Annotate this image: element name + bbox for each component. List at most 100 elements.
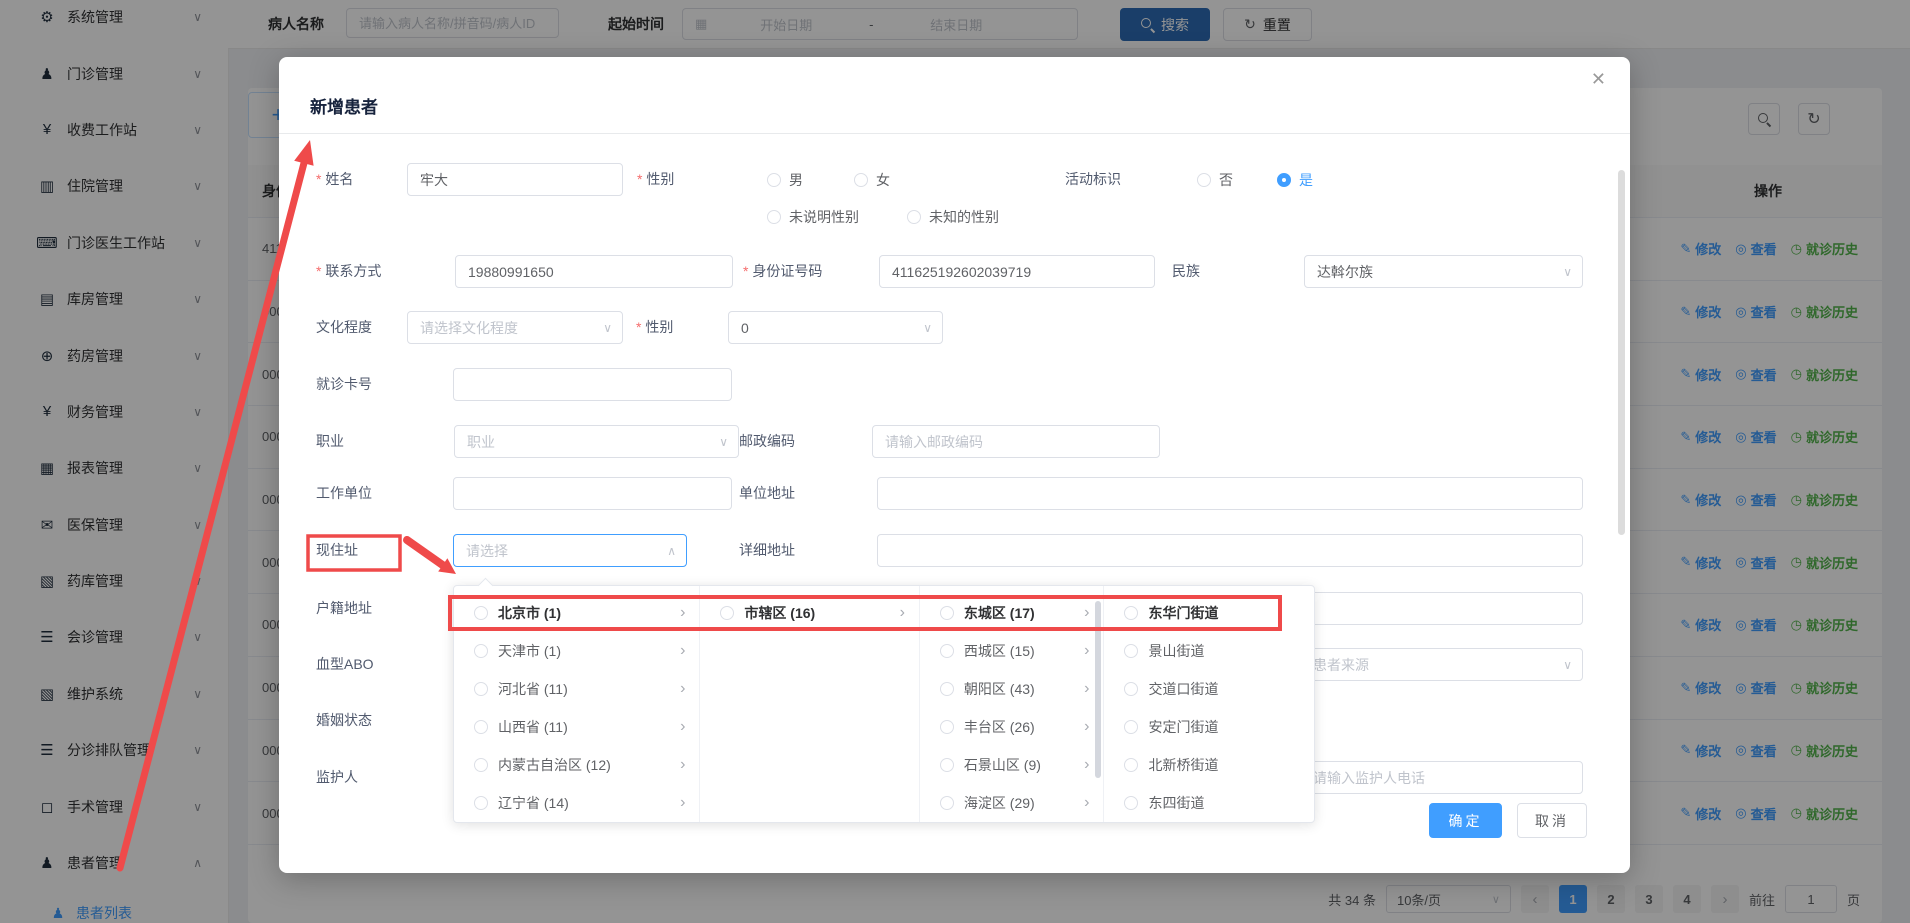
cascader-option-shijingshan[interactable]: 石景山区 (9)›	[920, 746, 1104, 784]
radio-icon[interactable]	[1124, 796, 1138, 810]
radio-icon[interactable]	[940, 720, 954, 734]
cascader-option-jingshan[interactable]: 景山街道	[1104, 632, 1314, 670]
chevron-right-icon: ›	[680, 794, 685, 812]
chevron-right-icon: ›	[1084, 794, 1089, 812]
radio-icon[interactable]	[720, 606, 734, 620]
marital-status-label: 婚姻状态	[316, 704, 372, 737]
chevron-down-icon: ∨	[603, 321, 612, 335]
radio-icon[interactable]	[1124, 644, 1138, 658]
radio-active-no[interactable]: 否	[1197, 163, 1233, 196]
modal-divider	[279, 133, 1630, 134]
visit-card-input[interactable]	[453, 368, 732, 401]
current-address-cascader[interactable]: 请选择∧	[453, 534, 687, 567]
cascader-option-haidian[interactable]: 海淀区 (29)›	[920, 784, 1104, 822]
cascader-option-shixiaqu[interactable]: 市辖区 (16)›	[700, 594, 918, 632]
radio-icon[interactable]	[940, 682, 954, 696]
chevron-down-icon: ∨	[923, 321, 932, 335]
confirm-button[interactable]: 确定	[1429, 803, 1502, 838]
radio-icon[interactable]	[1124, 758, 1138, 772]
cascader-option-neimenggu[interactable]: 内蒙古自治区 (12)›	[454, 746, 699, 784]
radio-icon[interactable]	[474, 720, 488, 734]
chevron-right-icon: ›	[680, 756, 685, 774]
household-address-label: 户籍地址	[316, 592, 372, 625]
radio-icon	[907, 210, 921, 224]
cascader-option-liaoning[interactable]: 辽宁省 (14)›	[454, 784, 699, 822]
address-cascader-panel: 北京市 (1)› 天津市 (1)› 河北省 (11)› 山西省 (11)› 内蒙…	[453, 585, 1315, 823]
radio-gender-unexplained[interactable]: 未说明性别	[767, 206, 859, 228]
radio-icon[interactable]	[940, 758, 954, 772]
employer-address-input[interactable]	[877, 477, 1583, 510]
cascader-option-dongsi[interactable]: 东四街道	[1104, 784, 1314, 822]
form-row-occupation: 职业 职业∨ 邮政编码	[279, 425, 1630, 458]
radio-icon[interactable]	[474, 682, 488, 696]
cascader-column-district: 东城区 (17)› 西城区 (15)› 朝阳区 (43)› 丰台区 (26)› …	[920, 586, 1105, 822]
radio-icon[interactable]	[474, 644, 488, 658]
chevron-right-icon: ›	[1084, 642, 1089, 660]
chevron-right-icon: ›	[680, 604, 685, 622]
cascader-option-beijing[interactable]: 北京市 (1)›	[454, 594, 699, 632]
screen: ⚙系统管理∨ ♟门诊管理∨ ¥收费工作站∨ ▥住院管理∨ ⌨门诊医生工作站∨ ▤…	[0, 0, 1910, 923]
close-icon[interactable]: ✕	[1591, 69, 1606, 90]
cascader-option-dongcheng[interactable]: 东城区 (17)›	[920, 594, 1104, 632]
radio-checked-icon	[1277, 173, 1291, 187]
education-select[interactable]: 请选择文化程度∨	[407, 311, 623, 344]
chevron-down-icon: ∨	[1563, 265, 1572, 279]
radio-icon	[767, 210, 781, 224]
name-input[interactable]	[407, 163, 623, 196]
cancel-button[interactable]: 取消	[1517, 803, 1587, 838]
guardian-label: 监护人	[316, 761, 358, 794]
ethnicity-select[interactable]: 达斡尔族∨	[1304, 255, 1583, 288]
cascader-column-city: 市辖区 (16)›	[700, 586, 919, 822]
occupation-select[interactable]: 职业∨	[454, 425, 739, 458]
chevron-down-icon: ∨	[719, 435, 728, 449]
radio-icon[interactable]	[940, 796, 954, 810]
radio-icon[interactable]	[474, 606, 488, 620]
gender-code-select[interactable]: 0∨	[728, 311, 943, 344]
radio-icon[interactable]	[1124, 606, 1138, 620]
detail-address-input[interactable]	[877, 534, 1583, 567]
chevron-up-icon: ∧	[667, 544, 676, 558]
form-row-education: 文化程度 请选择文化程度∨ 性别 0∨	[279, 311, 1630, 344]
cascader-option-shanxi[interactable]: 山西省 (11)›	[454, 708, 699, 746]
radio-icon[interactable]	[1124, 682, 1138, 696]
chevron-right-icon: ›	[680, 718, 685, 736]
radio-icon[interactable]	[940, 644, 954, 658]
chevron-right-icon: ›	[1084, 604, 1089, 622]
postal-code-input[interactable]	[872, 425, 1160, 458]
radio-icon[interactable]	[1124, 720, 1138, 734]
id-number-label: 身份证号码	[743, 255, 822, 288]
cascader-option-hebei[interactable]: 河北省 (11)›	[454, 670, 699, 708]
radio-gender-unknown[interactable]: 未知的性别	[907, 206, 999, 228]
cascader-option-fengtai[interactable]: 丰台区 (26)›	[920, 708, 1104, 746]
cascader-option-donghuamen[interactable]: 东华门街道	[1104, 594, 1314, 632]
cascader-option-tianjin[interactable]: 天津市 (1)›	[454, 632, 699, 670]
radio-icon[interactable]	[474, 796, 488, 810]
id-number-input[interactable]	[879, 255, 1155, 288]
ethnicity-label: 民族	[1172, 255, 1200, 288]
radio-icon[interactable]	[474, 758, 488, 772]
guardian-phone-input[interactable]	[1300, 761, 1583, 794]
radio-active-yes[interactable]: 是	[1277, 163, 1313, 196]
cascader-option-xicheng[interactable]: 西城区 (15)›	[920, 632, 1104, 670]
employer-address-label: 单位地址	[739, 477, 795, 510]
cascader-option-beixinqiao[interactable]: 北新桥街道	[1104, 746, 1314, 784]
chevron-right-icon: ›	[1084, 756, 1089, 774]
radio-icon[interactable]	[940, 606, 954, 620]
cascader-option-chaoyang[interactable]: 朝阳区 (43)›	[920, 670, 1104, 708]
cascader-scrollbar[interactable]	[1095, 601, 1101, 778]
visit-card-label: 就诊卡号	[316, 368, 372, 401]
cascader-option-jiaodaokou[interactable]: 交道口街道	[1104, 670, 1314, 708]
cascader-column-province: 北京市 (1)› 天津市 (1)› 河北省 (11)› 山西省 (11)› 内蒙…	[454, 586, 700, 822]
employer-input[interactable]	[453, 477, 732, 510]
chevron-right-icon: ›	[680, 642, 685, 660]
form-row-gender-extra: 未说明性别 未知的性别	[279, 206, 1630, 228]
form-row-visit-card: 就诊卡号	[279, 368, 1630, 401]
form-row-contact: 联系方式 身份证号码 民族 达斡尔族∨	[279, 255, 1630, 288]
active-flag-label: 活动标识	[1065, 163, 1121, 196]
contact-input[interactable]	[455, 255, 733, 288]
radio-gender-male[interactable]: 男	[767, 163, 803, 196]
cascader-option-andingmen[interactable]: 安定门街道	[1104, 708, 1314, 746]
radio-gender-female[interactable]: 女	[854, 163, 890, 196]
patient-source-select[interactable]: 患者来源∨	[1300, 648, 1583, 681]
form-row-current-address: 现住址 请选择∧ 详细地址	[279, 534, 1630, 567]
